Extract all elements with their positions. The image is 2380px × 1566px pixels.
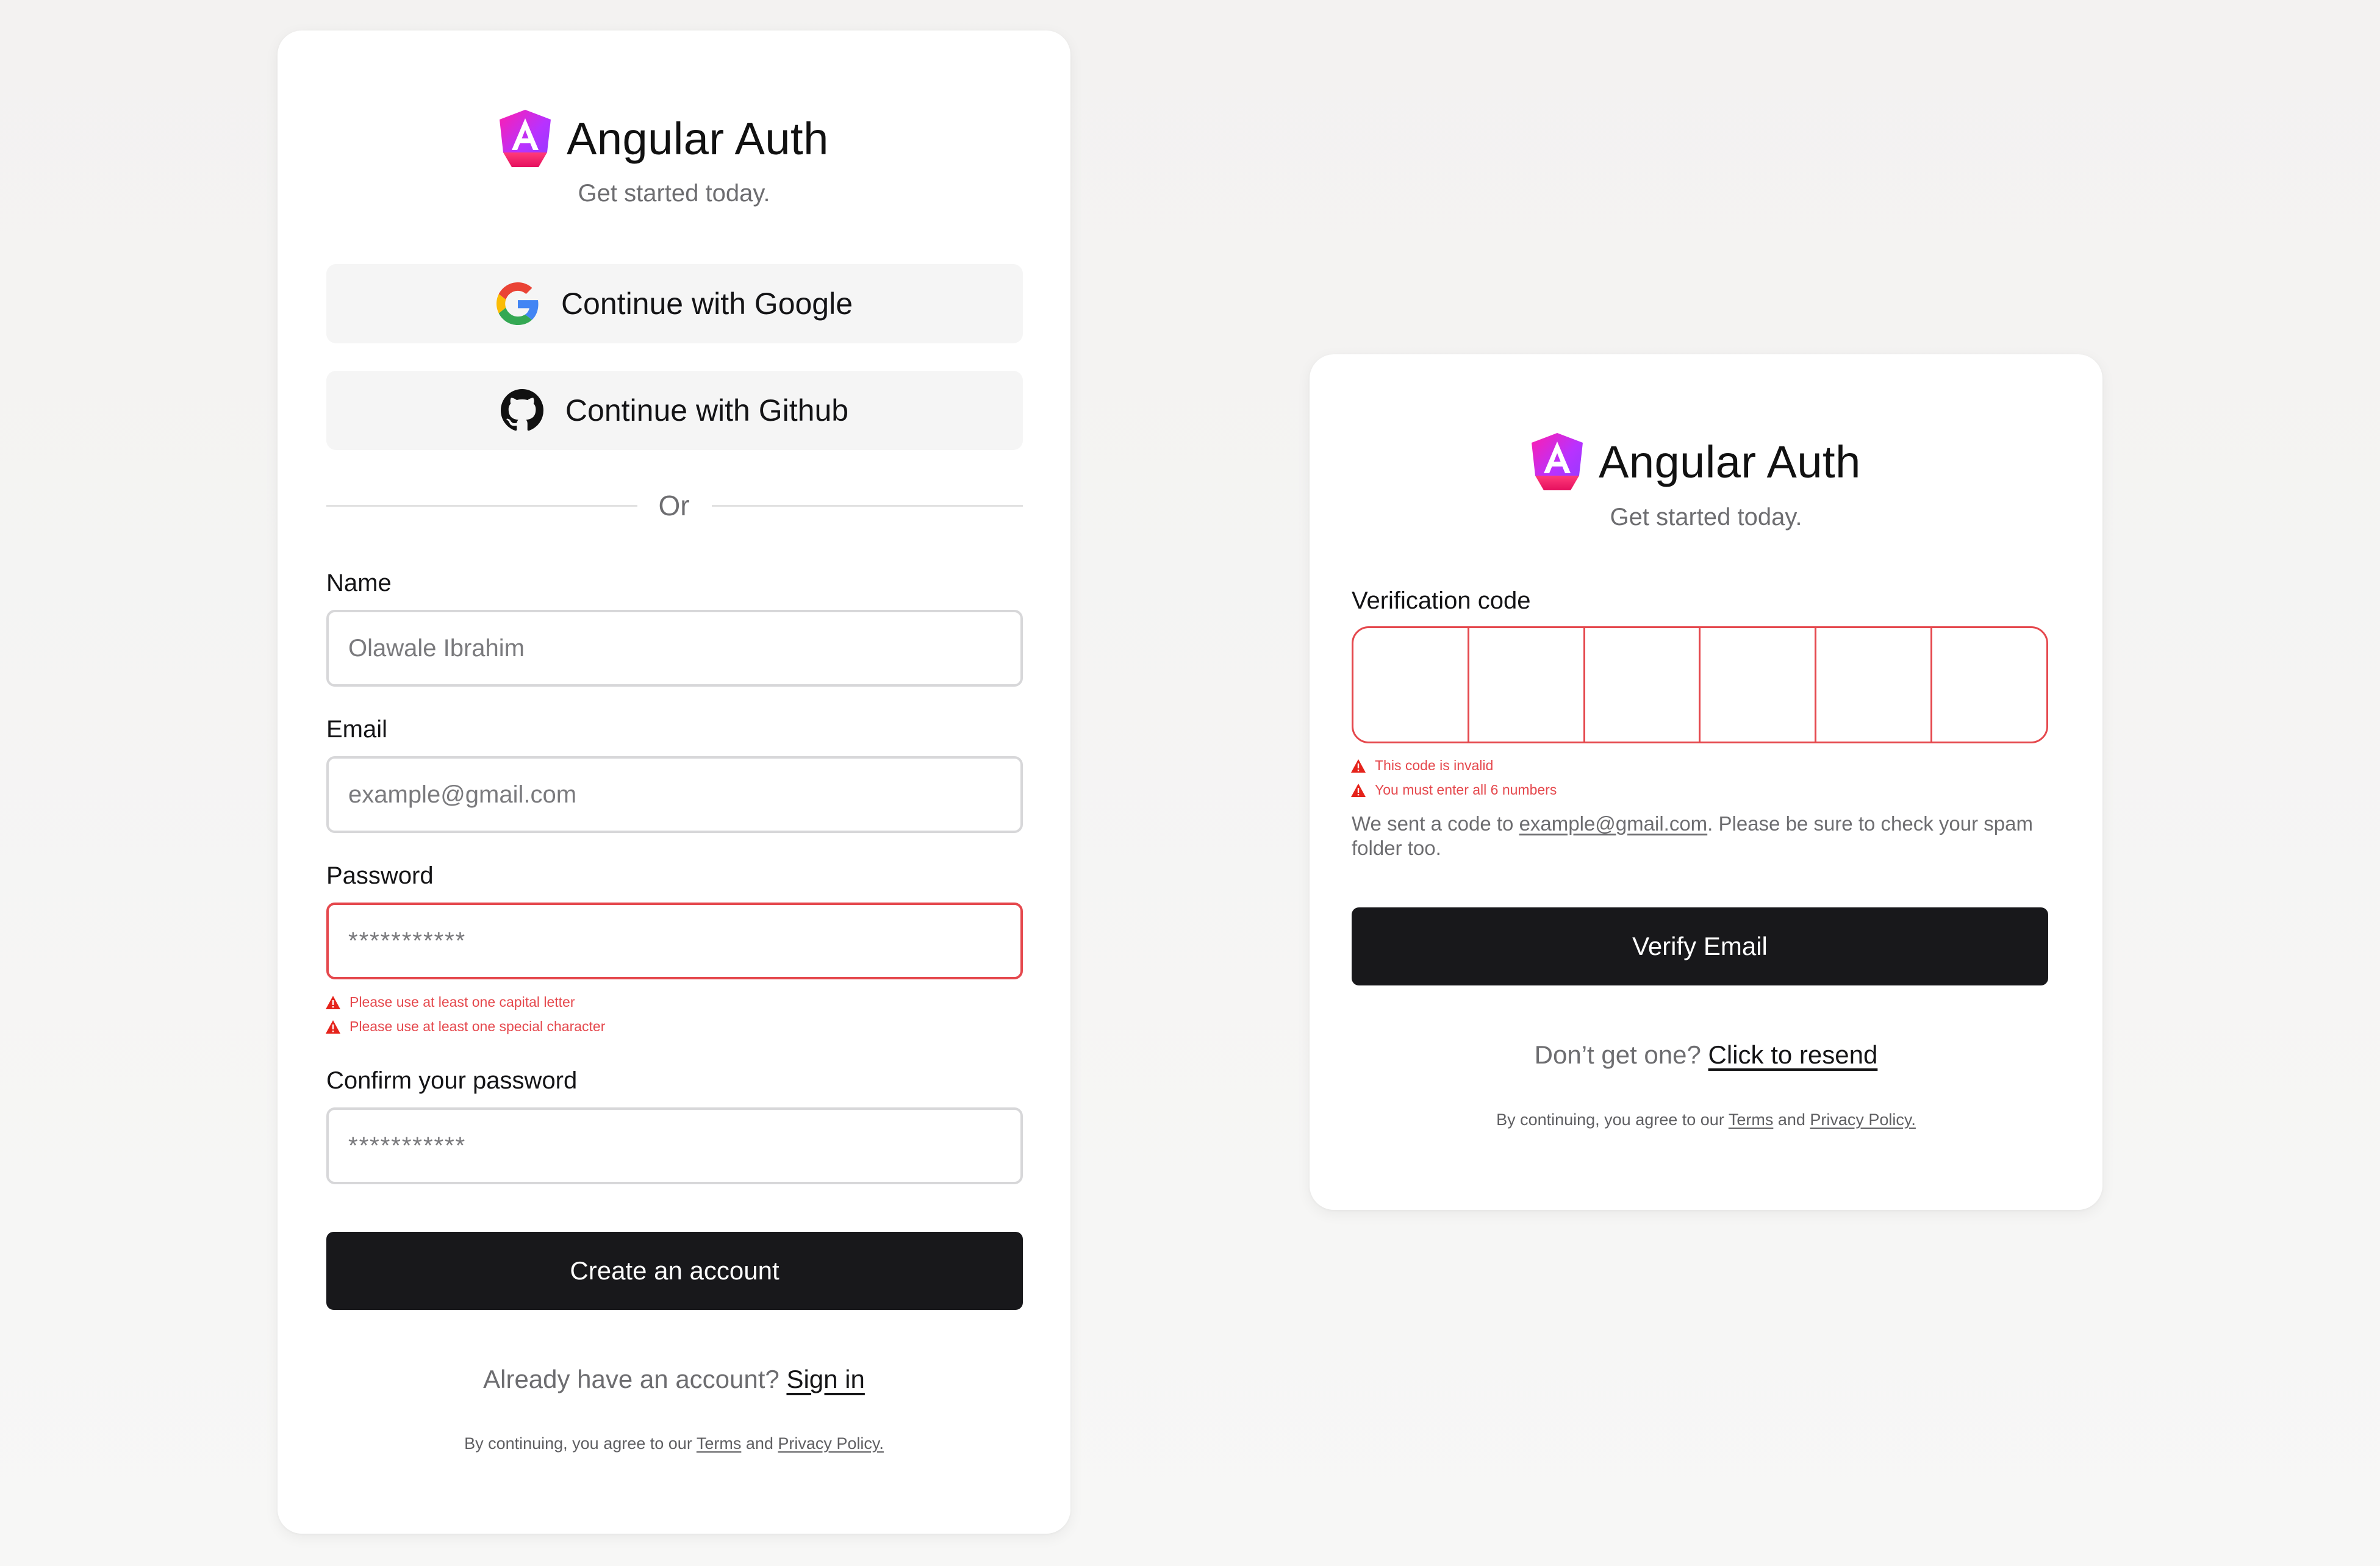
privacy-link[interactable]: Privacy Policy. bbox=[1810, 1110, 1916, 1129]
info-prefix: We sent a code to bbox=[1352, 812, 1519, 835]
github-signin-button[interactable]: Continue with Github bbox=[326, 371, 1023, 450]
code-error: You must enter all 6 numbers bbox=[1350, 782, 1557, 798]
privacy-link[interactable]: Privacy Policy. bbox=[778, 1434, 884, 1453]
verification-code-input bbox=[1352, 626, 2048, 743]
resend-link[interactable]: Click to resend bbox=[1708, 1040, 1878, 1069]
password-error-text: Please use at least one capital letter bbox=[349, 994, 575, 1010]
brand: Angular Auth bbox=[497, 109, 829, 168]
verify-email-button[interactable]: Verify Email bbox=[1352, 907, 2048, 985]
legal-prefix: By continuing, you agree to our bbox=[1496, 1110, 1729, 1129]
legal-and: and bbox=[741, 1434, 778, 1453]
code-error: This code is invalid bbox=[1350, 757, 1493, 774]
signin-prompt: Already have an account? Sign in bbox=[278, 1365, 1070, 1394]
legal-and: and bbox=[1773, 1110, 1810, 1129]
email-label: Email bbox=[326, 716, 388, 743]
warning-icon bbox=[325, 995, 341, 1010]
legal-notice: By continuing, you agree to our Terms an… bbox=[278, 1434, 1070, 1453]
warning-icon bbox=[1350, 759, 1366, 773]
legal-notice: By continuing, you agree to our Terms an… bbox=[1310, 1110, 2102, 1129]
legal-prefix: By continuing, you agree to our bbox=[464, 1434, 697, 1453]
code-error-text: You must enter all 6 numbers bbox=[1375, 782, 1557, 798]
brand-title: Angular Auth bbox=[1599, 436, 1861, 487]
password-error: Please use at least one capital letter bbox=[325, 994, 575, 1010]
divider-line-right bbox=[712, 505, 1023, 507]
warning-icon bbox=[325, 1020, 341, 1034]
code-digit-4[interactable] bbox=[1701, 628, 1817, 742]
brand-subtitle: Get started today. bbox=[578, 180, 770, 207]
brand-subtitle: Get started today. bbox=[1610, 504, 1802, 531]
code-digit-1[interactable] bbox=[1353, 628, 1469, 742]
confirm-password-input[interactable] bbox=[326, 1107, 1023, 1184]
code-digit-6[interactable] bbox=[1932, 628, 2046, 742]
password-label: Password bbox=[326, 862, 434, 889]
google-signin-button[interactable]: Continue with Google bbox=[326, 264, 1023, 343]
password-input[interactable] bbox=[326, 903, 1023, 979]
google-icon bbox=[496, 282, 539, 325]
confirm-password-label: Confirm your password bbox=[326, 1067, 578, 1094]
name-input[interactable] bbox=[326, 610, 1023, 687]
angular-logo-icon bbox=[1529, 432, 1585, 492]
github-icon bbox=[500, 389, 543, 431]
code-error-text: This code is invalid bbox=[1375, 757, 1494, 773]
code-digit-5[interactable] bbox=[1816, 628, 1933, 742]
sent-email-link[interactable]: example@gmail.com bbox=[1519, 812, 1708, 835]
code-digit-3[interactable] bbox=[1585, 628, 1701, 742]
google-signin-label: Continue with Google bbox=[561, 287, 853, 321]
password-error-text: Please use at least one special characte… bbox=[349, 1018, 606, 1034]
code-digit-2[interactable] bbox=[1469, 628, 1585, 742]
brand: Angular Auth bbox=[1529, 432, 1861, 492]
email-input[interactable] bbox=[326, 756, 1023, 833]
name-label: Name bbox=[326, 570, 392, 596]
verification-code-label: Verification code bbox=[1352, 587, 1531, 614]
resend-prompt: Don’t get one? Click to resend bbox=[1310, 1040, 2102, 1070]
signin-link[interactable]: Sign in bbox=[786, 1365, 864, 1393]
signup-card: Angular Auth Get started today. Continue… bbox=[278, 30, 1070, 1534]
verify-card: Angular Auth Get started today. Verifica… bbox=[1310, 354, 2102, 1210]
brand-title: Angular Auth bbox=[567, 113, 829, 164]
code-sent-info: We sent a code to example@gmail.com. Ple… bbox=[1352, 812, 2059, 860]
terms-link[interactable]: Terms bbox=[697, 1434, 742, 1453]
github-signin-label: Continue with Github bbox=[565, 393, 849, 427]
warning-icon bbox=[1350, 783, 1366, 798]
angular-logo-icon bbox=[497, 109, 553, 168]
password-error: Please use at least one special characte… bbox=[325, 1018, 605, 1035]
terms-link[interactable]: Terms bbox=[1729, 1110, 1774, 1129]
resend-prompt-text: Don’t get one? bbox=[1534, 1040, 1701, 1069]
create-account-button[interactable]: Create an account bbox=[326, 1232, 1023, 1310]
signin-prompt-text: Already have an account? bbox=[483, 1365, 780, 1393]
